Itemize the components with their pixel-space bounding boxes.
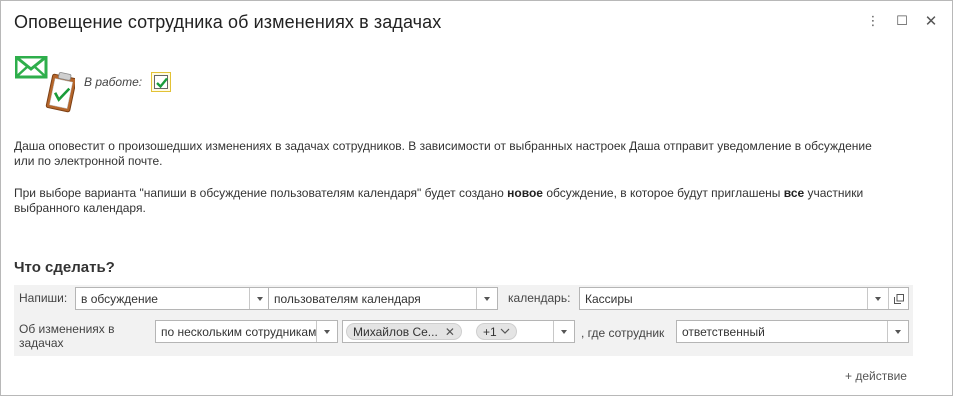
- changes-label: Об изменениях в задачах: [19, 322, 115, 350]
- chevron-down-icon[interactable]: [887, 321, 908, 342]
- write-label: Напиши:: [19, 291, 68, 305]
- add-action-link[interactable]: + действие: [845, 369, 907, 383]
- chevron-down-icon[interactable]: [249, 288, 270, 309]
- more-employees-label: +1: [483, 324, 497, 339]
- section-title: Что сделать?: [14, 259, 115, 276]
- notification-task-icon: [14, 55, 77, 116]
- more-options-icon[interactable]: ⋮: [863, 11, 883, 31]
- role-value: ответственный: [682, 324, 765, 339]
- open-icon[interactable]: [888, 288, 908, 309]
- close-icon[interactable]: ✕: [921, 11, 941, 31]
- action-panel: Напиши: в обсуждение пользователям кален…: [14, 285, 913, 356]
- calendar-label: календарь:: [508, 291, 571, 305]
- write-to-select[interactable]: пользователям календаря: [268, 287, 498, 310]
- chevron-down-icon[interactable]: [553, 321, 574, 342]
- mode-select[interactable]: по нескольким сотрудникам: [155, 320, 338, 343]
- mode-value: по нескольким сотрудникам: [161, 324, 317, 339]
- checkbox-box: [154, 75, 168, 89]
- description-bold-new: новое: [507, 186, 543, 200]
- chevron-down-icon[interactable]: [316, 321, 337, 342]
- description-paragraph-1: Даша оповестит о произошедших изменениях…: [14, 139, 872, 168]
- calendar-value: Кассиры: [585, 291, 633, 306]
- checkmark-icon: [156, 77, 168, 89]
- role-select[interactable]: ответственный: [676, 320, 909, 343]
- more-employees-tag[interactable]: +1: [476, 323, 517, 340]
- employee-tag-label: Михайлов Се...: [353, 324, 438, 339]
- calendar-field[interactable]: Кассиры: [579, 287, 909, 310]
- working-checkbox[interactable]: [151, 72, 171, 92]
- remove-tag-icon[interactable]: ✕: [445, 325, 455, 339]
- employee-tag[interactable]: Михайлов Се... ✕: [346, 323, 462, 340]
- description-paragraph-2: При выборе варианта "напиши в обсуждение…: [14, 186, 874, 216]
- chevron-down-icon[interactable]: [867, 288, 887, 309]
- chevron-down-icon: [500, 326, 510, 337]
- write-to-value: пользователям календаря: [274, 291, 421, 306]
- employees-field[interactable]: Михайлов Се... ✕ +1: [342, 320, 575, 343]
- write-where-select[interactable]: в обсуждение: [75, 287, 271, 310]
- working-label: В работе:: [84, 75, 143, 89]
- description-text: При выборе варианта "напиши в обсуждение…: [14, 186, 508, 200]
- chevron-down-icon[interactable]: [476, 288, 497, 309]
- where-employee-label: , где сотрудник: [581, 326, 665, 340]
- description-bold-all: все: [783, 186, 805, 200]
- description-text: обсуждение, в которое будут приглашены: [542, 186, 784, 200]
- dialog-title: Оповещение сотрудника об изменениях в за…: [14, 12, 442, 32]
- maximize-icon[interactable]: ☐: [892, 11, 912, 31]
- dialog-window: Оповещение сотрудника об изменениях в за…: [0, 0, 953, 396]
- write-where-value: в обсуждение: [81, 291, 158, 306]
